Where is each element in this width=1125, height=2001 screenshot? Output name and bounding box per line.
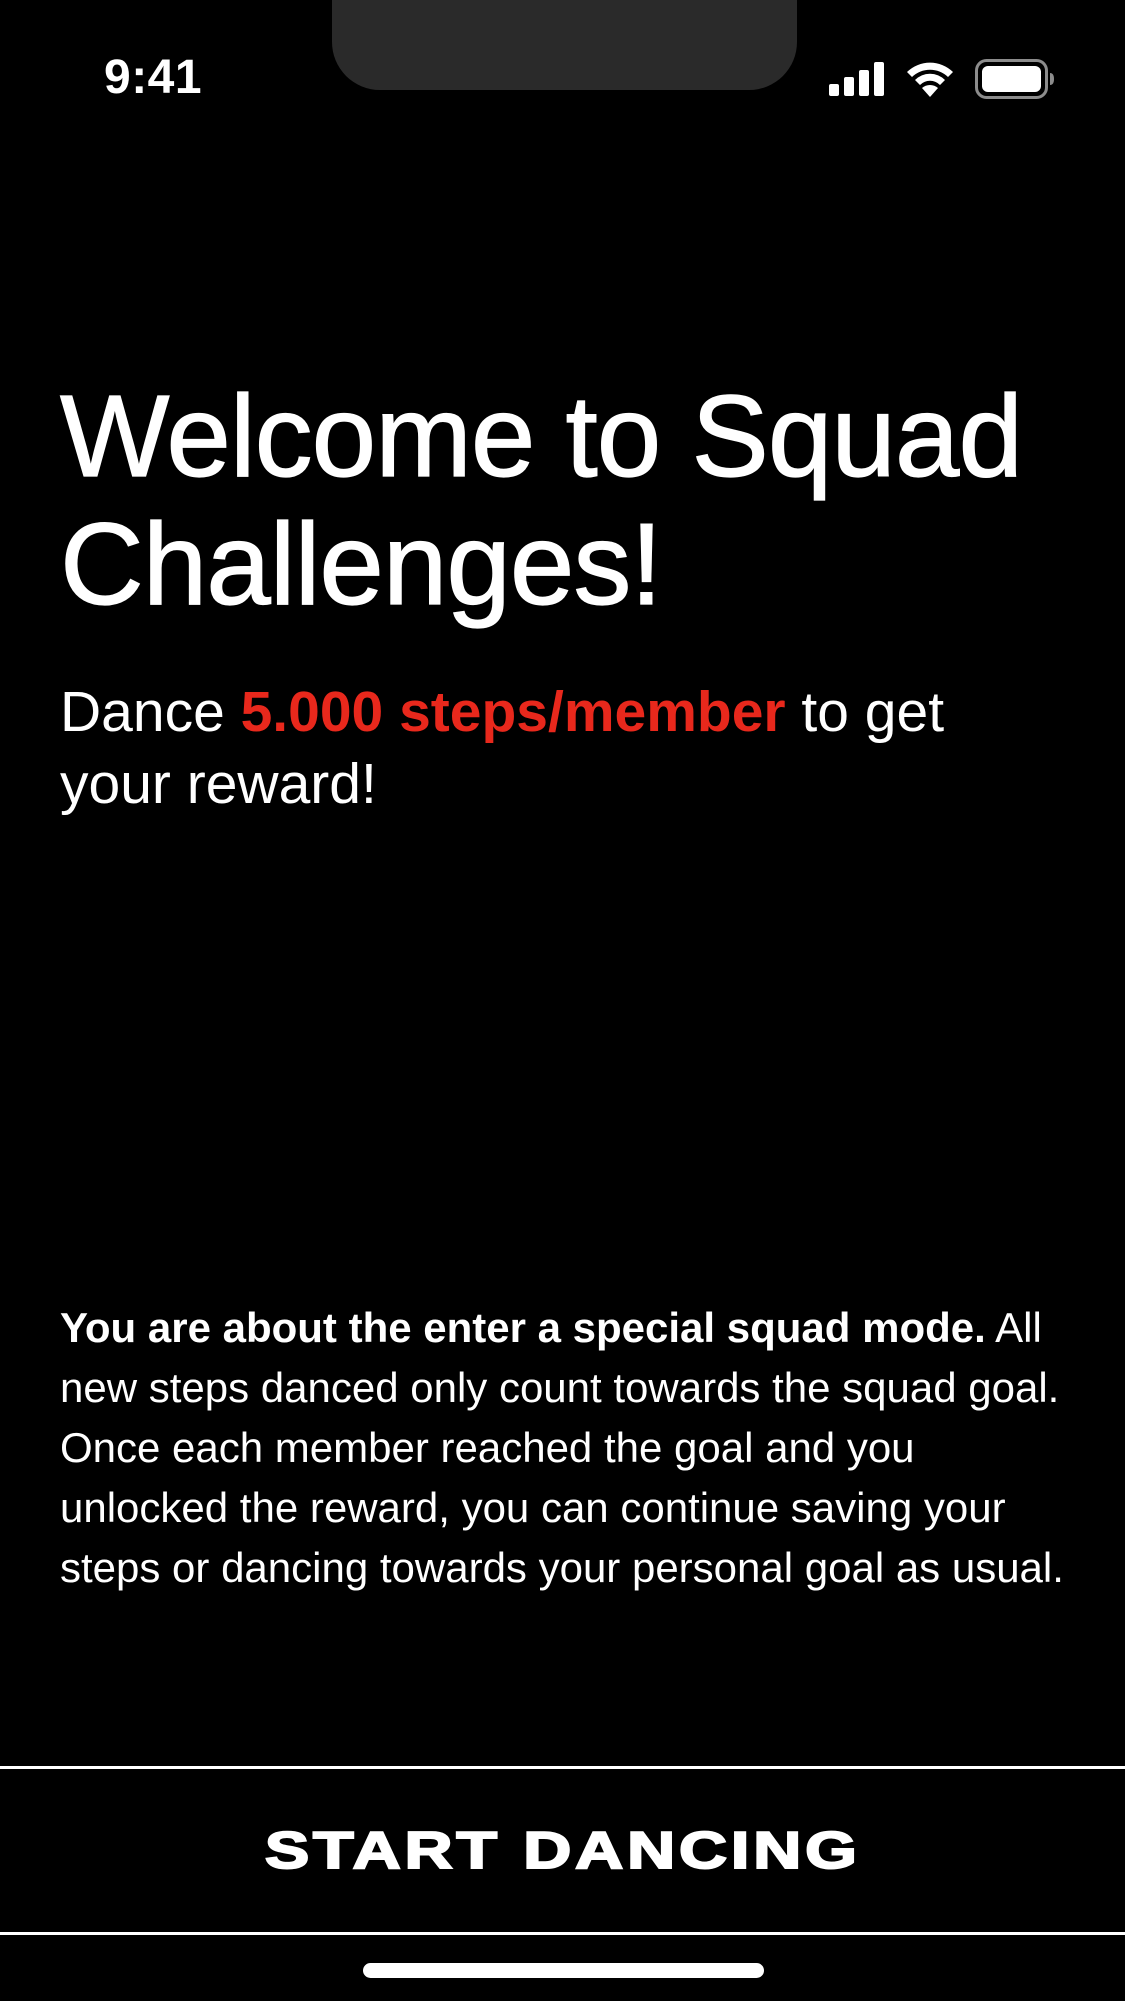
cellular-signal-icon bbox=[829, 62, 885, 96]
status-time: 9:41 bbox=[104, 51, 203, 104]
steps-per-member-highlight: 5.000 steps/member bbox=[240, 680, 786, 744]
battery-icon bbox=[975, 59, 1055, 99]
squad-mode-info: You are about the enter a special squad … bbox=[60, 1298, 1080, 1598]
reward-goal-prefix: Dance bbox=[60, 680, 241, 744]
start-dancing-label: START DANCING bbox=[263, 1821, 861, 1881]
welcome-headline: Welcome to Squad Challenges! bbox=[59, 371, 1023, 629]
squad-mode-info-lead: You are about the enter a special squad … bbox=[60, 1304, 986, 1351]
status-icons bbox=[829, 54, 1055, 104]
start-dancing-button[interactable]: START DANCING bbox=[0, 1769, 1125, 1932]
device-notch bbox=[332, 0, 797, 90]
cta-bottom-divider bbox=[0, 1932, 1125, 1935]
reward-goal-text: Dance 5.000 steps/member to get your rew… bbox=[60, 676, 1060, 820]
wifi-icon bbox=[905, 61, 955, 97]
home-indicator[interactable] bbox=[363, 1963, 764, 1978]
